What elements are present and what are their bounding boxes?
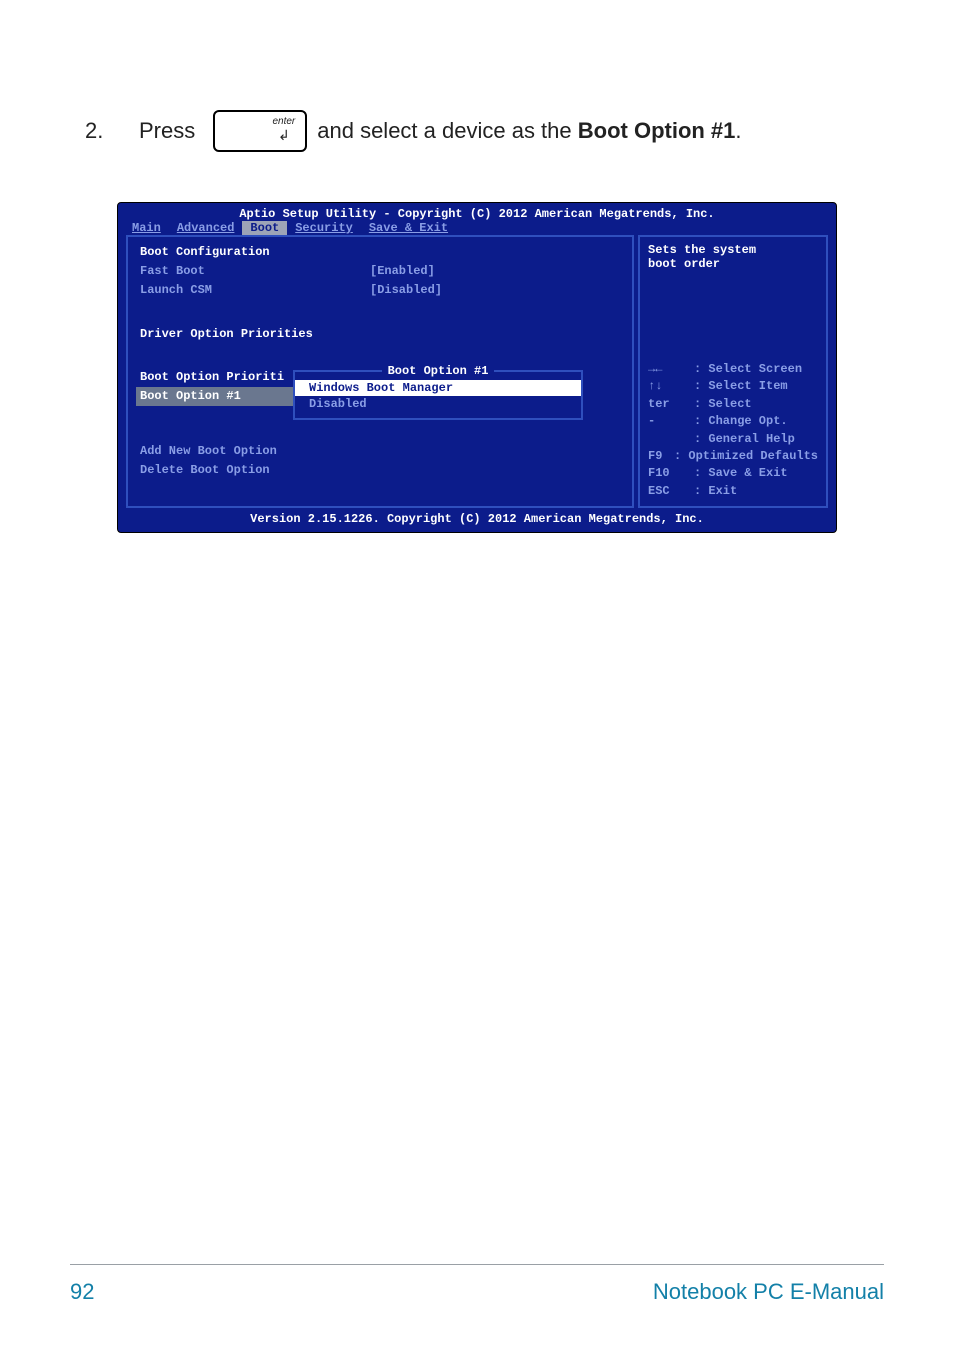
enter-arrow-icon: ↲ bbox=[278, 128, 290, 142]
bios-tab-bar: Main Advanced Boot Security Save & Exit bbox=[118, 221, 836, 235]
popup-item-windows-boot-manager[interactable]: Windows Boot Manager bbox=[295, 380, 581, 396]
tab-advanced[interactable]: Advanced bbox=[169, 221, 243, 235]
help-optimized-defaults: : Optimized Defaults bbox=[674, 448, 818, 465]
instruction-step: 2. Press enter ↲ and select a device as … bbox=[85, 110, 884, 152]
add-new-boot-option[interactable]: Add New Boot Option bbox=[140, 442, 277, 461]
help-description-line1: Sets the system bbox=[648, 243, 818, 257]
tab-save-exit[interactable]: Save & Exit bbox=[361, 221, 456, 235]
help-select: : Select bbox=[694, 396, 752, 413]
help-save-exit: : Save & Exit bbox=[694, 465, 788, 482]
tab-security[interactable]: Security bbox=[287, 221, 361, 235]
help-select-screen: : Select Screen bbox=[694, 361, 802, 378]
page-number: 92 bbox=[70, 1279, 94, 1305]
instruction-text: and select a device as the Boot Option #… bbox=[317, 118, 741, 144]
bios-left-pane: Boot Configuration Fast Boot [Enabled] L… bbox=[126, 235, 634, 508]
footer-divider bbox=[70, 1264, 884, 1265]
bios-panel: Aptio Setup Utility - Copyright (C) 2012… bbox=[117, 202, 837, 533]
bios-title: Aptio Setup Utility - Copyright (C) 2012… bbox=[118, 203, 836, 221]
keycap-label: enter ↲ bbox=[272, 117, 295, 142]
tab-boot[interactable]: Boot bbox=[242, 221, 287, 235]
bios-footer: Version 2.15.1226. Copyright (C) 2012 Am… bbox=[118, 508, 836, 532]
bios-right-pane: Sets the system boot order →←: Select Sc… bbox=[638, 235, 828, 508]
launch-csm-label[interactable]: Launch CSM bbox=[140, 281, 370, 300]
press-label: Press bbox=[139, 118, 195, 144]
help-change-opt: : Change Opt. bbox=[694, 413, 788, 430]
enter-key-icon: enter ↲ bbox=[213, 110, 307, 152]
boot-configuration-heading: Boot Configuration bbox=[140, 243, 370, 262]
delete-boot-option[interactable]: Delete Boot Option bbox=[140, 461, 270, 480]
fast-boot-value: [Enabled] bbox=[370, 262, 435, 281]
driver-option-priorities-heading: Driver Option Priorities bbox=[140, 325, 313, 344]
help-exit: : Exit bbox=[694, 483, 737, 500]
help-general: : General Help bbox=[694, 431, 795, 448]
help-legend: →←: Select Screen ↑↓: Select Item ter: S… bbox=[648, 361, 818, 500]
step-number: 2. bbox=[85, 118, 135, 144]
fast-boot-label[interactable]: Fast Boot bbox=[140, 262, 370, 281]
popup-title: Boot Option #1 bbox=[382, 364, 495, 378]
launch-csm-value: [Disabled] bbox=[370, 281, 442, 300]
popup-item-disabled[interactable]: Disabled bbox=[295, 396, 581, 412]
help-description-line2: boot order bbox=[648, 257, 818, 271]
tab-main[interactable]: Main bbox=[124, 221, 169, 235]
boot-option-popup: Boot Option #1 Windows Boot Manager Disa… bbox=[293, 370, 583, 420]
manual-title: Notebook PC E-Manual bbox=[653, 1279, 884, 1305]
help-select-item: : Select Item bbox=[694, 378, 788, 395]
